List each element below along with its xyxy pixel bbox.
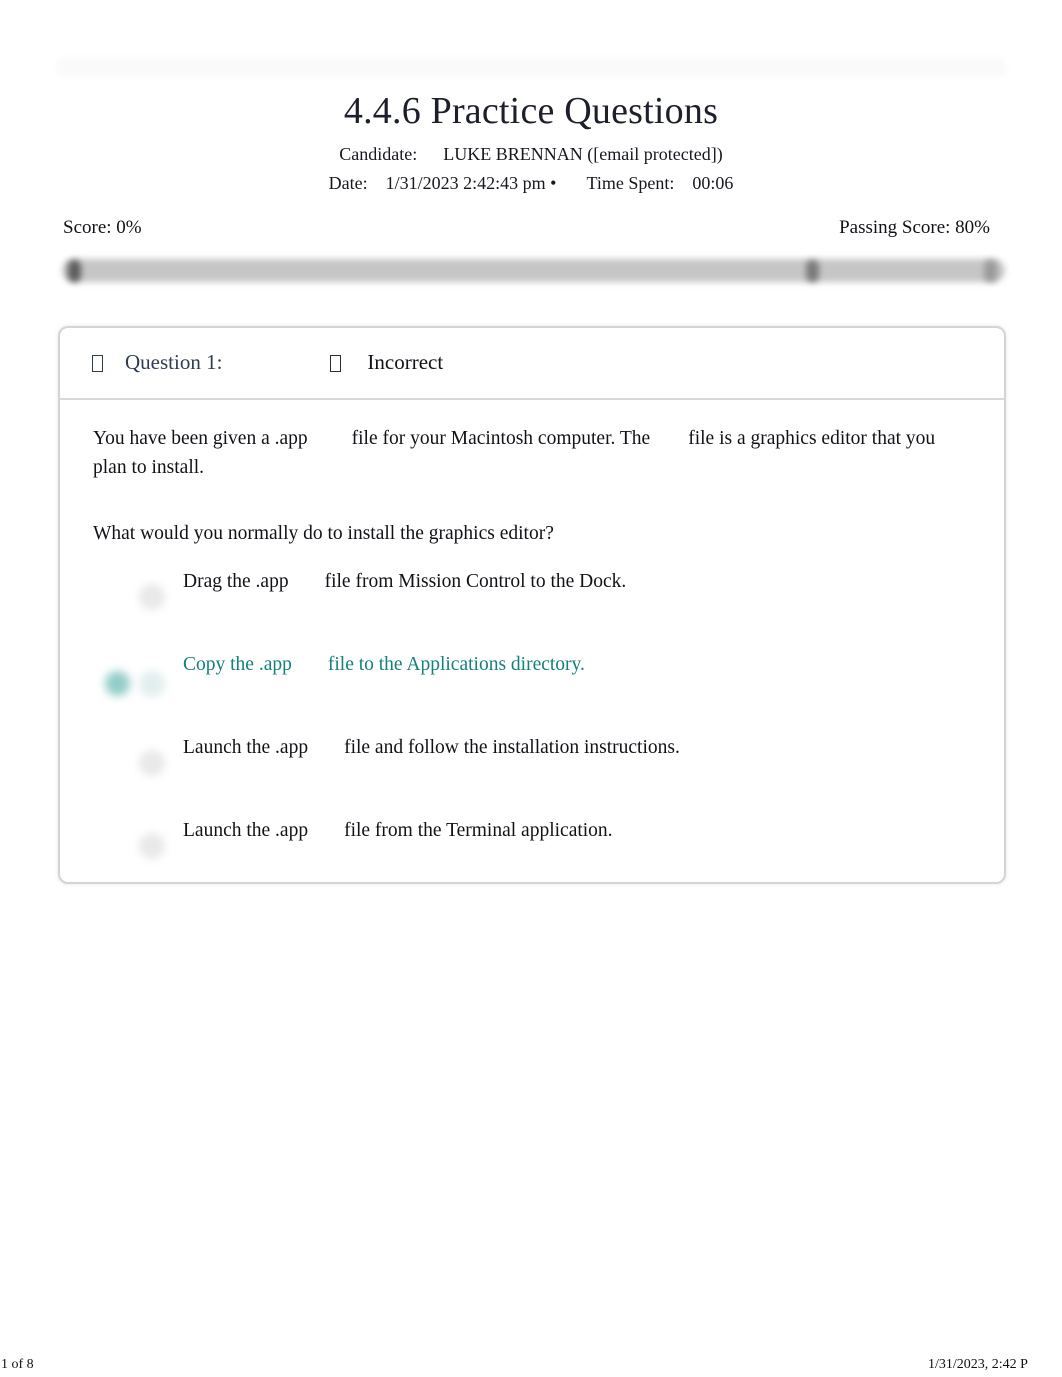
score-marker-max — [984, 260, 997, 282]
answer-option-correct[interactable]: Copy the .app file to the Applications di… — [93, 649, 953, 697]
question-card-header: Question 1: Incorrect — [58, 326, 1006, 400]
answer-option-text-after: file from Mission Control to the Dock. — [324, 571, 627, 592]
score-marker-passing — [806, 260, 819, 282]
answer-option-text: Copy the .app file to the Applications di… — [183, 649, 953, 680]
radio-button-icon[interactable] — [139, 671, 165, 697]
footer-timestamp: 1/31/2023, 2:42 P — [928, 1357, 1028, 1372]
answer-option-text: Launch the .app file from the Terminal ap… — [183, 815, 953, 846]
answer-option-text-after: file and follow the installation instruc… — [344, 737, 680, 758]
radio-button-icon[interactable] — [139, 750, 165, 776]
passing-score-label: Passing Score: 80% — [839, 217, 990, 238]
page-top-strip — [57, 58, 1006, 76]
answer-option-text-before: Launch the .app — [183, 820, 309, 841]
answer-option-text-before: Launch the .app — [183, 737, 309, 758]
date-separator: • — [550, 173, 557, 193]
answer-option[interactable]: Launch the .app file from the Terminal ap… — [93, 815, 953, 859]
date-value: 1/31/2023 2:42:43 pm — [385, 173, 546, 193]
status-badge: Incorrect — [367, 349, 444, 374]
date-line: Date: 1/31/2023 2:42:43 pm • Time Spent: 00… — [0, 171, 1062, 195]
date-label: Date: — [328, 173, 368, 193]
time-spent-label: Time Spent: — [586, 173, 675, 193]
question-status: Incorrect — [330, 350, 443, 375]
candidate-value: LUKE BRENNAN ([email protected]) — [443, 144, 723, 164]
answer-option-text-after: file to the Applications directory. — [327, 654, 585, 675]
question-stem-part-3: file is a graphics editor — [688, 428, 867, 449]
score-label: Score: 0% — [63, 217, 142, 238]
question-body: You have been given a .app file for your … — [93, 424, 953, 548]
answer-options: Drag the .app file from Mission Control t… — [93, 566, 953, 859]
question-prompt: What would you normally do to install th… — [93, 523, 554, 544]
answer-option-text-after: file from the Terminal application. — [344, 820, 613, 841]
answer-option-text: Drag the .app file from Mission Control t… — [183, 566, 953, 597]
score-marker-current — [68, 260, 81, 282]
correct-answer-indicator-icon — [105, 671, 130, 696]
answer-option-text-before: Drag the .app — [183, 571, 289, 592]
question-stem-part-1: You have been given a .app — [93, 428, 308, 449]
question-stem-part-2: file for your Macintosh computer. The — [351, 428, 651, 449]
status-bullet-icon — [330, 354, 342, 372]
answer-option-text-before: Copy the .app — [183, 654, 292, 675]
footer-page-indicator: 1 of 8 — [1, 1357, 34, 1372]
radio-button-icon[interactable] — [139, 833, 165, 859]
radio-button-icon[interactable] — [139, 584, 165, 610]
answer-option-text: Launch the .app file and follow the insta… — [183, 732, 953, 763]
candidate-line: Candidate: LUKE BRENNAN ([email protected… — [0, 142, 1062, 166]
answer-option[interactable]: Launch the .app file and follow the insta… — [93, 732, 953, 776]
question-stem: You have been given a .app file for your … — [93, 424, 953, 482]
page-title: 4.4.6 Practice Questions — [343, 90, 719, 132]
question-bullet-icon — [92, 354, 103, 372]
score-progress-bar — [62, 256, 1005, 286]
candidate-label: Candidate: — [339, 144, 418, 164]
question-number: Question 1: — [92, 350, 222, 375]
answer-option[interactable]: Drag the .app file from Mission Control t… — [93, 566, 953, 610]
time-spent-value: 00:06 — [692, 173, 734, 193]
question-number-label: Question 1: — [125, 349, 223, 374]
score-progress-track — [62, 259, 1005, 282]
